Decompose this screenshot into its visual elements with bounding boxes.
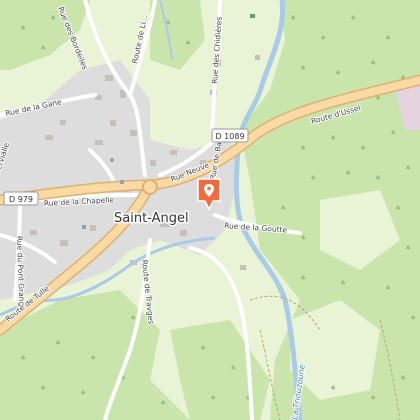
street-label-rue-des-chidieres: Rue des Chidières <box>210 16 224 84</box>
svg-text:♠: ♠ <box>200 344 206 352</box>
svg-text:♠: ♠ <box>350 14 356 22</box>
svg-text:♠: ♠ <box>330 384 336 392</box>
svg-text:♠: ♠ <box>390 129 396 137</box>
svg-text:♠: ♠ <box>360 144 366 152</box>
svg-text:♠: ♠ <box>310 174 316 182</box>
svg-text:♠: ♠ <box>230 364 236 372</box>
svg-text:♠: ♠ <box>340 279 346 287</box>
svg-text:♠: ♠ <box>210 394 216 402</box>
svg-text:♠: ♠ <box>300 64 306 72</box>
svg-text:♠: ♠ <box>20 354 26 362</box>
svg-text:♠: ♠ <box>300 144 306 152</box>
map-canvas[interactable]: ♠ ♠ ♠ ♠ ♠ ♠ ♠ ♠ ♠ ♠ ♠ ♠ ♠ ♠ ♠ ♠ ♠ ♠ ♠ ♠ ♠ ♠ ♠ ♠ ♠ ♠ ♠ ♠ ♠ ♠ ♠ ♠… <box>0 0 420 420</box>
svg-text:♠: ♠ <box>370 394 376 402</box>
svg-text:♠: ♠ <box>50 14 56 22</box>
svg-text:♠: ♠ <box>90 354 96 362</box>
svg-text:♠: ♠ <box>185 39 191 47</box>
roundabout <box>142 179 158 195</box>
svg-text:♠: ♠ <box>130 314 136 322</box>
svg-text:♠: ♠ <box>385 34 391 42</box>
svg-text:♠: ♠ <box>405 244 411 252</box>
road-shield-d1089: D 1089 <box>211 128 249 143</box>
svg-text:♠: ♠ <box>395 204 401 212</box>
svg-text:♠: ♠ <box>40 44 46 52</box>
svg-text:♠: ♠ <box>405 164 411 172</box>
svg-text:D 1089: D 1089 <box>215 132 244 141</box>
svg-text:♠: ♠ <box>280 204 286 212</box>
svg-text:♠: ♠ <box>410 314 416 322</box>
svg-text:♠: ♠ <box>80 389 86 397</box>
map-svg: ♠ ♠ ♠ ♠ ♠ ♠ ♠ ♠ ♠ ♠ ♠ ♠ ♠ ♠ ♠ ♠ ♠ ♠ ♠ ♠ ♠ ♠ ♠ ♠ ♠ ♠ ♠ ♠ ♠ ♠ ♠ ♠… <box>0 0 420 420</box>
svg-text:♠: ♠ <box>330 134 336 142</box>
svg-text:♠: ♠ <box>335 69 341 77</box>
svg-text:♠: ♠ <box>300 234 306 242</box>
svg-text:♠: ♠ <box>370 59 376 67</box>
svg-text:♠: ♠ <box>345 169 351 177</box>
svg-text:♠: ♠ <box>375 174 381 182</box>
road-shield-d979: D 979 <box>3 191 39 206</box>
svg-text:♠: ♠ <box>385 284 391 292</box>
svg-text:♠: ♠ <box>160 399 166 407</box>
svg-text:♠: ♠ <box>400 374 406 382</box>
svg-text:D 979: D 979 <box>9 195 33 204</box>
svg-text:♠: ♠ <box>300 274 306 282</box>
svg-text:♠: ♠ <box>40 384 46 392</box>
town-label: Saint-Angel <box>114 211 189 226</box>
svg-text:♠: ♠ <box>290 14 296 22</box>
svg-text:♠: ♠ <box>320 34 326 42</box>
svg-text:♠: ♠ <box>20 24 26 32</box>
svg-text:♠: ♠ <box>55 339 61 347</box>
